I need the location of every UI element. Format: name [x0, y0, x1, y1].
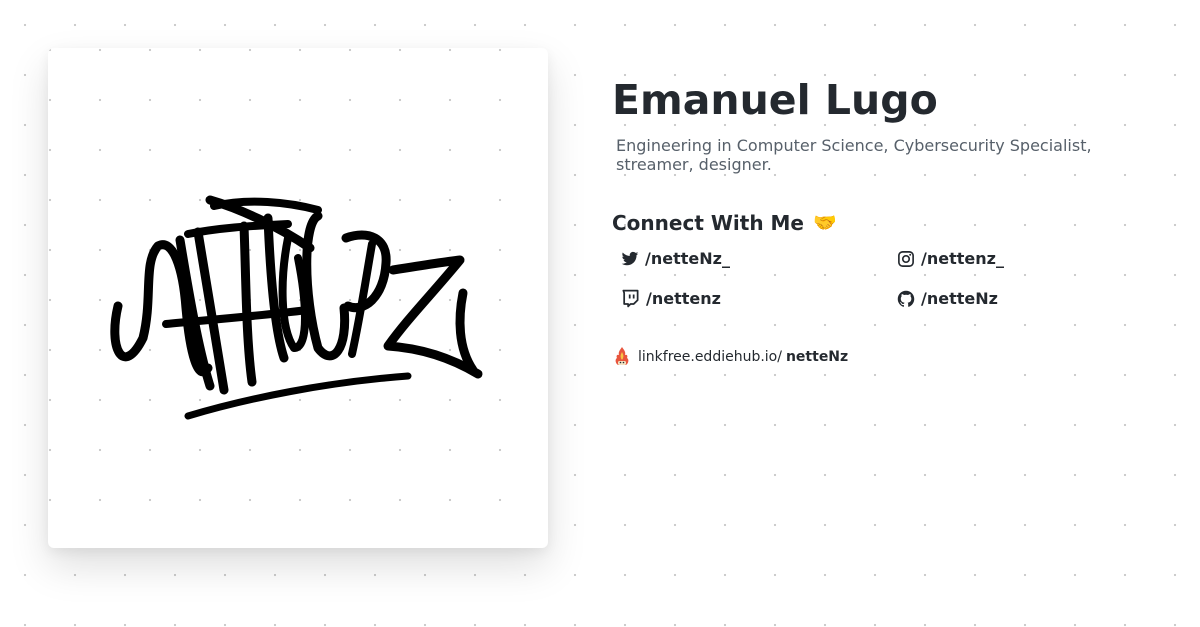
linkfree-domain: linkfree.eddiehub.io/	[638, 349, 782, 365]
twitter-link[interactable]: /netteNz_	[621, 249, 730, 268]
twitch-link[interactable]: /nettenz	[621, 289, 721, 308]
instagram-handle: /nettenz_	[921, 249, 1004, 268]
twitch-icon	[622, 289, 639, 308]
handshake-emoji: 🤝	[812, 212, 837, 234]
linkfree-username: netteNz	[785, 349, 849, 365]
profile-info: Emanuel Lugo Engineering in Computer Sci…	[612, 76, 1172, 368]
profile-name: Emanuel Lugo	[612, 76, 938, 124]
profile-bio: Engineering in Computer Science, Cyberse…	[616, 136, 1092, 174]
graffiti-tag-logo	[110, 195, 483, 420]
instagram-link[interactable]: /nettenz_	[897, 249, 1004, 268]
avatar-card	[48, 48, 548, 548]
github-icon	[897, 290, 915, 307]
github-link[interactable]: /netteNz	[897, 289, 998, 308]
linkfree-link[interactable]: linkfree.eddiehub.io/ netteNz	[612, 346, 1172, 368]
github-handle: /netteNz	[921, 289, 998, 308]
connect-heading-text: Connect With Me	[612, 211, 804, 235]
twitch-handle: /nettenz	[646, 289, 721, 308]
twitter-icon	[621, 251, 639, 265]
eddiehub-logo-icon	[615, 347, 629, 365]
instagram-icon	[898, 250, 914, 267]
connect-heading: Connect With Me 🤝	[612, 211, 1172, 235]
twitter-handle: /netteNz_	[645, 249, 730, 268]
social-links: /netteNz_ /nettenz_ /nettenz /netteNz	[612, 249, 1172, 329]
